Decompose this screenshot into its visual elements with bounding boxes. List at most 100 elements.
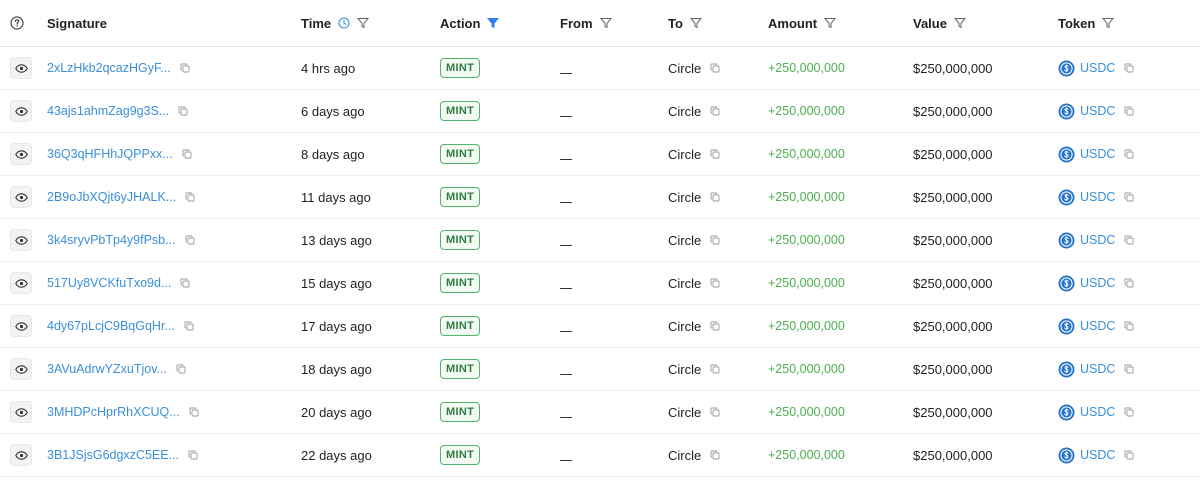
from-cell: [560, 176, 572, 218]
filter-icon[interactable]: [1102, 17, 1115, 29]
to-text[interactable]: Circle: [668, 276, 701, 291]
signature-link[interactable]: 3MHDPcHprRhXCUQ...: [47, 405, 180, 419]
filter-icon[interactable]: [599, 17, 612, 29]
to-text[interactable]: Circle: [668, 319, 701, 334]
token-link[interactable]: USDC: [1080, 319, 1115, 333]
time-text: 17 days ago: [301, 318, 372, 334]
token-link[interactable]: USDC: [1080, 448, 1115, 462]
token-link[interactable]: USDC: [1080, 61, 1115, 75]
token-link[interactable]: USDC: [1080, 405, 1115, 419]
view-details-button[interactable]: [10, 57, 32, 79]
copy-icon[interactable]: [185, 235, 195, 245]
clock-icon[interactable]: [338, 17, 350, 29]
signature-link[interactable]: 3AVuAdrwYZxuTjov...: [47, 362, 167, 376]
copy-icon[interactable]: [182, 149, 192, 159]
token-link[interactable]: USDC: [1080, 362, 1115, 376]
view-details-button[interactable]: [10, 444, 32, 466]
view-details-button[interactable]: [10, 358, 32, 380]
header-value-label: Value: [913, 15, 947, 31]
copy-icon[interactable]: [710, 63, 720, 73]
copy-icon[interactable]: [185, 192, 195, 202]
to-text[interactable]: Circle: [668, 233, 701, 248]
filter-icon[interactable]: [689, 17, 702, 29]
header-time: Time: [301, 0, 370, 46]
copy-icon[interactable]: [180, 278, 190, 288]
filter-active-icon[interactable]: [487, 17, 500, 29]
question-circle-icon[interactable]: [10, 16, 24, 30]
copy-icon[interactable]: [188, 450, 198, 460]
to-text[interactable]: Circle: [668, 104, 701, 119]
copy-icon[interactable]: [176, 364, 186, 374]
view-details-button[interactable]: [10, 315, 32, 337]
token-cell: USDC: [1058, 391, 1134, 433]
copy-icon[interactable]: [189, 407, 199, 417]
copy-icon[interactable]: [710, 407, 720, 417]
signature-link[interactable]: 3B1JSjsG6dgxzC5EE...: [47, 448, 179, 462]
signature-link[interactable]: 3k4sryvPbTp4y9fPsb...: [47, 233, 176, 247]
view-details-button[interactable]: [10, 229, 32, 251]
copy-icon[interactable]: [710, 106, 720, 116]
header-from: From: [560, 0, 612, 46]
copy-icon[interactable]: [178, 106, 188, 116]
copy-icon[interactable]: [1124, 278, 1134, 288]
copy-icon[interactable]: [1124, 106, 1134, 116]
copy-icon[interactable]: [710, 450, 720, 460]
value-text: $250,000,000: [913, 189, 993, 205]
to-text[interactable]: Circle: [668, 448, 701, 463]
view-details-button[interactable]: [10, 186, 32, 208]
copy-icon[interactable]: [1124, 407, 1134, 417]
copy-icon[interactable]: [710, 149, 720, 159]
copy-icon[interactable]: [710, 192, 720, 202]
to-text[interactable]: Circle: [668, 190, 701, 205]
amount-text: +250,000,000: [768, 319, 845, 333]
copy-icon[interactable]: [1124, 321, 1134, 331]
token-cell: USDC: [1058, 305, 1134, 347]
token-link[interactable]: USDC: [1080, 147, 1115, 161]
value-cell: $250,000,000: [913, 47, 993, 89]
copy-icon[interactable]: [1124, 235, 1134, 245]
to-text[interactable]: Circle: [668, 61, 701, 76]
token-link[interactable]: USDC: [1080, 233, 1115, 247]
signature-cell: 2xLzHkb2qcazHGyF...: [47, 47, 190, 89]
view-details-button[interactable]: [10, 272, 32, 294]
filter-icon[interactable]: [824, 17, 837, 29]
to-text[interactable]: Circle: [668, 362, 701, 377]
copy-icon[interactable]: [1124, 63, 1134, 73]
copy-icon[interactable]: [1124, 192, 1134, 202]
signature-link[interactable]: 4dy67pLcjC9BqGqHr...: [47, 319, 175, 333]
view-details-button[interactable]: [10, 143, 32, 165]
copy-icon[interactable]: [710, 364, 720, 374]
view-details-button[interactable]: [10, 401, 32, 423]
copy-icon[interactable]: [1124, 364, 1134, 374]
filter-icon[interactable]: [357, 17, 370, 29]
amount-text: +250,000,000: [768, 233, 845, 247]
header-to-label: To: [668, 15, 683, 31]
to-cell: Circle: [668, 133, 720, 175]
copy-icon[interactable]: [1124, 149, 1134, 159]
header-amount: Amount: [768, 0, 837, 46]
copy-icon[interactable]: [710, 278, 720, 288]
signature-link[interactable]: 43ajs1ahmZag9g3S...: [47, 104, 169, 118]
copy-icon[interactable]: [180, 63, 190, 73]
value-text: $250,000,000: [913, 404, 993, 420]
to-text[interactable]: Circle: [668, 405, 701, 420]
copy-icon[interactable]: [710, 235, 720, 245]
token-link[interactable]: USDC: [1080, 104, 1115, 118]
signature-link[interactable]: 2B9oJbXQjt6yJHALK...: [47, 190, 176, 204]
to-text[interactable]: Circle: [668, 147, 701, 162]
eye-icon: [14, 106, 28, 116]
token-link[interactable]: USDC: [1080, 190, 1115, 204]
token-link[interactable]: USDC: [1080, 276, 1115, 290]
copy-icon[interactable]: [1124, 450, 1134, 460]
usdc-icon: [1058, 146, 1075, 163]
copy-icon[interactable]: [710, 321, 720, 331]
signature-link[interactable]: 2xLzHkb2qcazHGyF...: [47, 61, 171, 75]
view-details-button[interactable]: [10, 100, 32, 122]
signature-link[interactable]: 36Q3qHFHhJQPPxx...: [47, 147, 173, 161]
signature-link[interactable]: 517Uy8VCKfuTxo9d...: [47, 276, 171, 290]
filter-icon[interactable]: [953, 17, 966, 29]
copy-icon[interactable]: [184, 321, 194, 331]
table-row: 3AVuAdrwYZxuTjov... 18 days ago MINT Cir…: [0, 348, 1200, 391]
from-empty-dash: [560, 373, 572, 375]
header-action: Action: [440, 0, 500, 46]
